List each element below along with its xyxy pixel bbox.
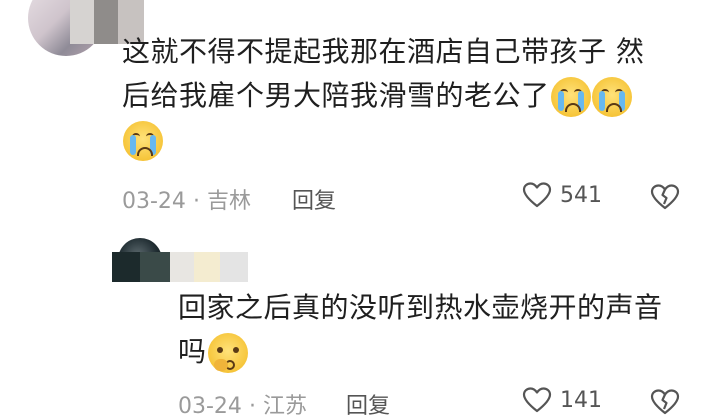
crying-face-icon [550,77,591,117]
like-button[interactable]: 541 [522,181,602,209]
comment-line-with-emoji: 吗 [178,330,663,374]
like-count: 141 [560,387,602,413]
crying-face-icon [591,77,632,117]
thinking-face-icon [207,333,248,373]
heart-icon [522,387,552,413]
like-count: 541 [560,182,602,208]
comment-line-with-emoji: 后给我雇个男大陪我滑雪的老公了 [122,74,644,118]
comment-location: 江苏 [262,394,307,419]
comment-location: 吉林 [206,189,251,214]
comment-line: 这就不得不提起我那在酒店自己带孩子 然 [122,35,645,68]
comment-text: 这就不得不提起我那在酒店自己带孩子 然 后给我雇个男大陪我滑雪的老公了 [122,30,644,162]
separator-dot: · [248,394,263,419]
blurred-username [112,252,248,282]
heart-icon [522,182,552,208]
like-button[interactable]: 141 [522,386,602,414]
comment-date: 03-24 [122,189,186,214]
comment-meta: 03-24 · 吉林 [122,183,251,215]
comment-line-emoji [122,118,644,162]
crying-face-icon [123,121,163,161]
comment-meta: 03-24 · 江苏 [178,388,307,420]
comment-date: 03-24 [178,394,242,419]
separator-dot: · [192,189,207,214]
broken-heart-icon[interactable] [650,183,680,211]
comment-line: 回家之后真的没听到热水壶烧开的声音 [178,291,663,324]
broken-heart-icon[interactable] [650,388,680,416]
reply-button[interactable]: 回复 [346,388,390,420]
comment-text: 回家之后真的没听到热水壶烧开的声音 吗 [178,286,663,374]
reply-button[interactable]: 回复 [292,183,336,215]
